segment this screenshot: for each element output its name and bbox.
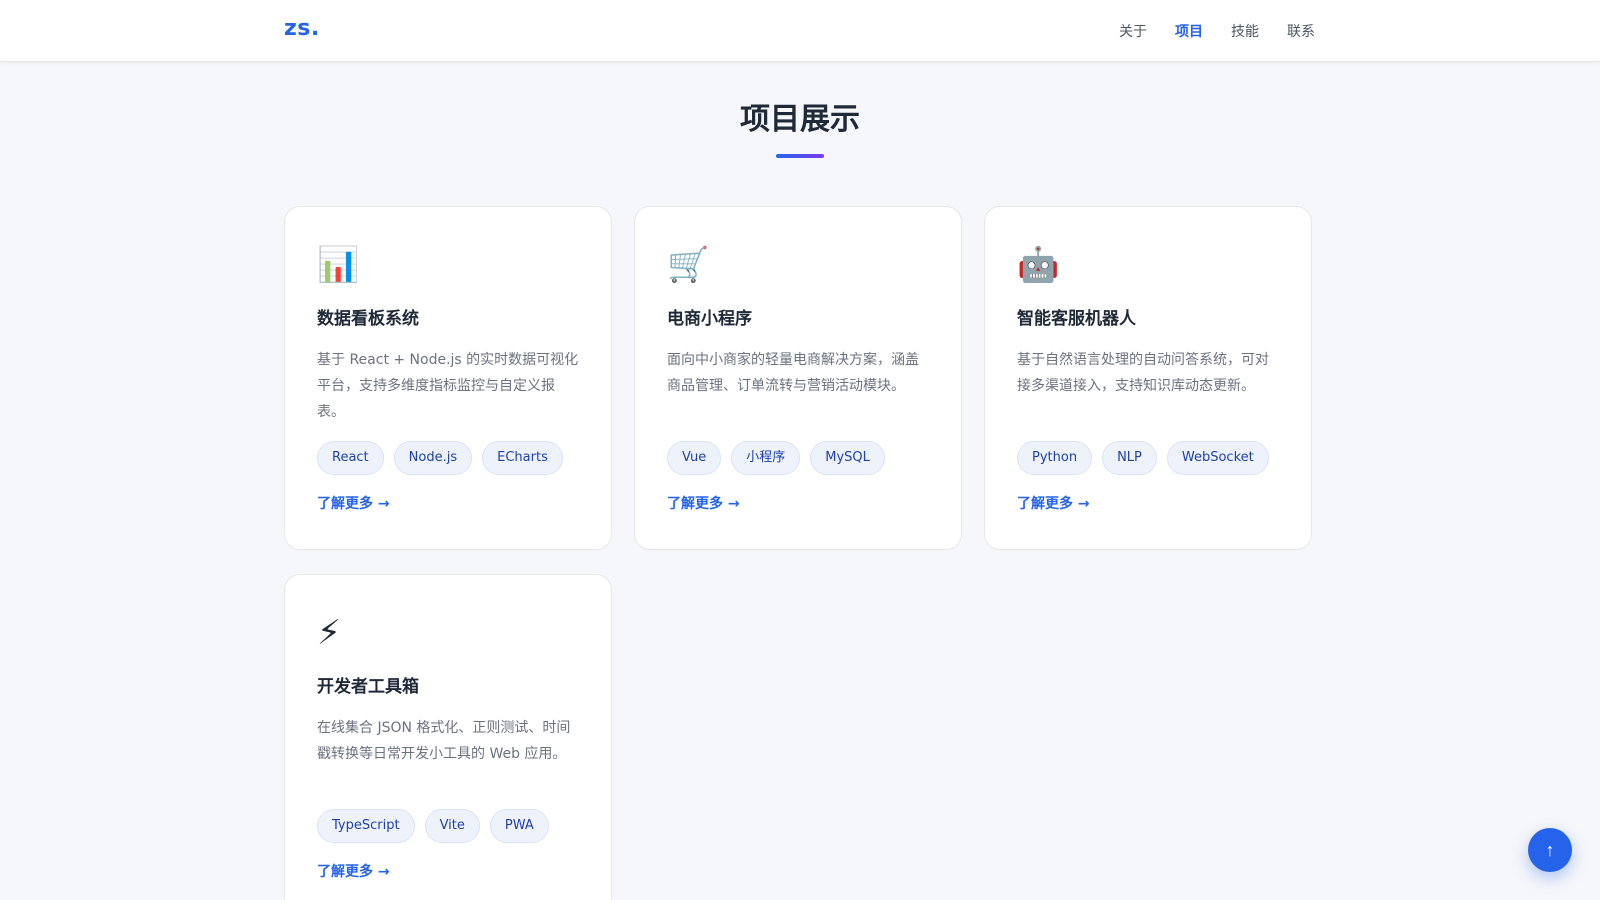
project-description: 在线集合 JSON 格式化、正则测试、时间戳转换等日常开发小工具的 Web 应用… xyxy=(317,720,571,762)
project-card-chatbot: 🤖 智能客服机器人 基于自然语言处理的自动问答系统，可对接多渠道接入，支持知识库… xyxy=(984,206,1312,550)
tech-tag: React xyxy=(317,441,384,475)
project-card-devtools: ⚡ 开发者工具箱 在线集合 JSON 格式化、正则测试、时间戳转换等日常开发小工… xyxy=(284,574,612,900)
nav-link-about[interactable]: 关于 xyxy=(1119,21,1147,41)
nav-link-projects[interactable]: 项目 xyxy=(1175,21,1203,41)
title-underline xyxy=(776,154,824,158)
tech-tag: Node.js xyxy=(393,441,473,475)
site-logo[interactable]: zs. xyxy=(284,16,320,41)
project-description: 基于 React + Node.js 的实时数据可视化平台，支持多维度指标监控与… xyxy=(317,352,579,420)
nav-link-skills[interactable]: 技能 xyxy=(1231,21,1259,41)
project-description: 基于自然语言处理的自动问答系统，可对接多渠道接入，支持知识库动态更新。 xyxy=(1017,352,1269,394)
project-card-dashboard: 📊 数据看板系统 基于 React + Node.js 的实时数据可视化平台，支… xyxy=(284,206,612,550)
learn-more-link[interactable]: 了解更多 → xyxy=(317,861,390,881)
project-description: 面向中小商家的轻量电商解决方案，涵盖商品管理、订单流转与营销活动模块。 xyxy=(667,352,919,394)
back-to-top-button[interactable]: ↑ xyxy=(1528,828,1572,872)
tech-tag: Vue xyxy=(667,441,722,475)
learn-more-link[interactable]: 了解更多 → xyxy=(1017,493,1090,513)
tag-list: React Node.js ECharts xyxy=(317,441,579,475)
nav-link-contact[interactable]: 联系 xyxy=(1287,21,1315,41)
tech-tag: TypeScript xyxy=(317,809,415,843)
project-title: 电商小程序 xyxy=(667,309,752,329)
tag-list: Python NLP WebSocket xyxy=(1017,441,1279,475)
tech-tag: ECharts xyxy=(482,441,563,475)
project-title: 开发者工具箱 xyxy=(317,677,419,697)
bar-chart-icon: 📊 xyxy=(317,245,360,285)
learn-more-link[interactable]: 了解更多 → xyxy=(317,493,390,513)
nav-links: 关于 项目 技能 联系 xyxy=(1119,21,1315,41)
tech-tag: PWA xyxy=(489,809,549,843)
learn-more-link[interactable]: 了解更多 → xyxy=(667,493,740,513)
shopping-cart-icon: 🛒 xyxy=(667,245,710,285)
tech-tag: MySQL xyxy=(810,441,885,475)
project-title: 数据看板系统 xyxy=(317,309,419,329)
tech-tag: Python xyxy=(1017,441,1093,475)
tech-tag: 小程序 xyxy=(731,441,801,475)
robot-icon: 🤖 xyxy=(1017,245,1060,285)
tech-tag: NLP xyxy=(1102,441,1157,475)
tag-list: TypeScript Vite PWA xyxy=(317,809,579,843)
project-card-ecommerce: 🛒 电商小程序 面向中小商家的轻量电商解决方案，涵盖商品管理、订单流转与营销活动… xyxy=(634,206,962,550)
lightning-icon: ⚡ xyxy=(317,613,341,653)
tech-tag: WebSocket xyxy=(1166,441,1269,475)
section-title: 项目展示 xyxy=(740,102,860,137)
project-title: 智能客服机器人 xyxy=(1017,309,1136,329)
tag-list: Vue 小程序 MySQL xyxy=(667,441,929,475)
tech-tag: Vite xyxy=(424,809,480,843)
top-navbar: zs. 关于 项目 技能 联系 xyxy=(0,0,1600,62)
